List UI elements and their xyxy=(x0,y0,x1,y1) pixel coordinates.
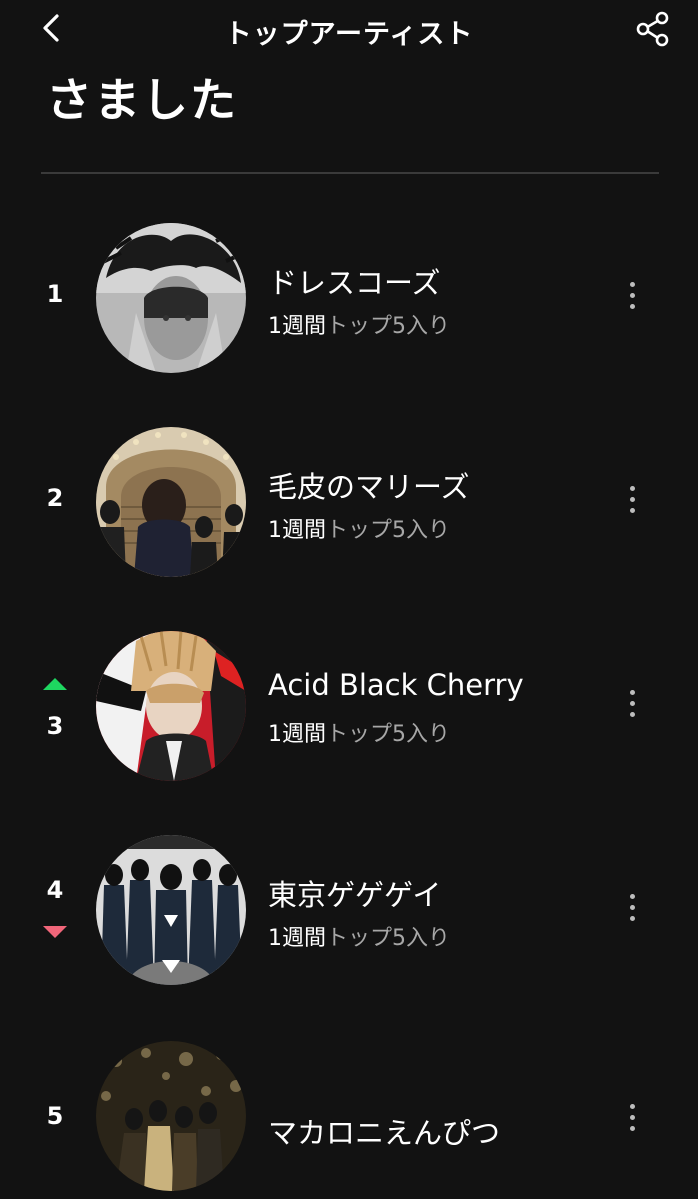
weeks-label: トップ5入り xyxy=(326,926,450,951)
dot xyxy=(629,905,635,910)
artist-row[interactable]: 2 毛皮のマリーズ 1週間トップ5入り xyxy=(0,422,698,582)
artist-row[interactable]: 5 マカロニえんぴつ xyxy=(0,1036,698,1196)
dot xyxy=(629,1126,635,1131)
page-title: トップアーティスト xyxy=(224,19,474,50)
top-bar: トップアーティスト xyxy=(0,0,698,58)
divider xyxy=(41,172,659,174)
rank-number: 3 xyxy=(46,712,64,740)
weeks-info: 1週間トップ5入り xyxy=(268,716,450,748)
dot xyxy=(629,1115,635,1120)
share-button[interactable] xyxy=(630,6,676,52)
rank-column: 5 xyxy=(30,1036,80,1196)
dot xyxy=(629,690,635,695)
artist-name[interactable]: 毛皮のマリーズ xyxy=(268,464,470,506)
dot xyxy=(629,304,635,309)
weeks-info: 1週間トップ5入り xyxy=(268,920,450,952)
more-options-button[interactable] xyxy=(616,888,648,932)
dot xyxy=(629,1104,635,1109)
dot xyxy=(629,486,635,491)
weeks-label: トップ5入り xyxy=(326,722,450,747)
artist-name[interactable]: Acid Black Cherry xyxy=(268,668,524,702)
weeks-count: 1週間 xyxy=(268,518,326,543)
more-options-button[interactable] xyxy=(616,480,648,524)
weeks-count: 1週間 xyxy=(268,722,326,747)
rank-number: 1 xyxy=(46,280,64,308)
artist-avatar[interactable] xyxy=(96,835,246,985)
weeks-info: 1週間トップ5入り xyxy=(268,512,450,544)
rank-column: 1 xyxy=(30,218,80,378)
dot xyxy=(629,282,635,287)
section-heading: さました xyxy=(46,73,238,127)
rank-number: 2 xyxy=(46,484,64,512)
artist-avatar[interactable] xyxy=(96,1041,246,1191)
rank-number: 5 xyxy=(46,1102,64,1130)
rank-column: 3 xyxy=(30,626,80,786)
dot xyxy=(629,916,635,921)
artist-name[interactable]: ドレスコーズ xyxy=(268,260,441,302)
rank-column: 2 xyxy=(30,422,80,582)
dot xyxy=(629,712,635,717)
rank-column: 4 xyxy=(30,830,80,990)
share-icon xyxy=(636,11,669,47)
weeks-label: トップ5入り xyxy=(326,518,450,543)
weeks-label: トップ5入り xyxy=(326,314,450,339)
artist-row[interactable]: 3 Acid Black Cherry 1週間トップ5入り xyxy=(0,626,698,786)
more-options-button[interactable] xyxy=(616,276,648,320)
trend-up-icon xyxy=(43,678,67,690)
dot xyxy=(629,701,635,706)
artist-avatar[interactable] xyxy=(96,427,246,577)
dot xyxy=(629,497,635,502)
artist-name[interactable]: マカロニえんぴつ xyxy=(268,1110,500,1152)
trend-down-icon xyxy=(43,926,67,938)
artist-avatar[interactable] xyxy=(96,631,246,781)
artist-row[interactable]: 4 東京ゲゲゲイ 1週間トップ5入り xyxy=(0,830,698,990)
weeks-info: 1週間トップ5入り xyxy=(268,308,450,340)
dot xyxy=(629,508,635,513)
weeks-count: 1週間 xyxy=(268,926,326,951)
artist-avatar[interactable] xyxy=(96,223,246,373)
dot xyxy=(629,894,635,899)
dot xyxy=(629,293,635,298)
artist-row[interactable]: 1 ドレスコーズ 1週間トップ5入り xyxy=(0,218,698,378)
rank-number: 4 xyxy=(46,876,64,904)
artist-name[interactable]: 東京ゲゲゲイ xyxy=(268,872,441,914)
more-options-button[interactable] xyxy=(616,684,648,728)
weeks-count: 1週間 xyxy=(268,314,326,339)
more-options-button[interactable] xyxy=(616,1098,648,1142)
